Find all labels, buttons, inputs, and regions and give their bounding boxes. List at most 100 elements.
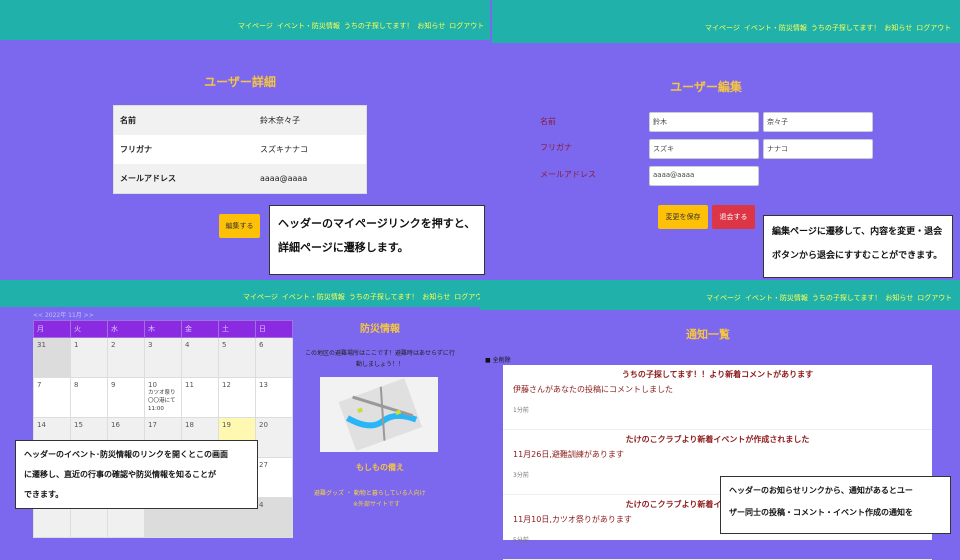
weekday-header: 土 bbox=[218, 320, 256, 338]
calendar-day[interactable]: 4 bbox=[255, 497, 293, 538]
callout-edit: 編集ページに遷移して、内容を変更・退会 ボタンから退会にすすむことができます。 bbox=[763, 215, 953, 278]
nav-lost-pets[interactable]: うちの子探してます！ bbox=[811, 23, 880, 33]
calendar-day[interactable]: 31 bbox=[33, 337, 71, 378]
weekday-header: 水 bbox=[107, 320, 145, 338]
kana-label: フリガナ bbox=[540, 143, 572, 152]
weekday-header: 金 bbox=[181, 320, 219, 338]
calendar-day[interactable]: 3 bbox=[144, 337, 182, 378]
header-bar bbox=[0, 0, 490, 40]
withdraw-button[interactable]: 退会する bbox=[712, 205, 755, 229]
calendar-day[interactable]: 6 bbox=[255, 337, 293, 378]
disaster-text: この地区の避難場所はここです！避難時はあせらずに行動しましょう！！ bbox=[305, 350, 455, 368]
nav-events[interactable]: イベント・防災情報 bbox=[745, 293, 808, 303]
calendar-day[interactable]: 2 bbox=[107, 337, 145, 378]
notification-body: 11月26日,避難訓練があります bbox=[513, 450, 624, 459]
day-number: 6 bbox=[259, 341, 264, 349]
page-title: ユーザー編集 bbox=[670, 80, 742, 94]
nav-events[interactable]: イベント・防災情報 bbox=[282, 292, 345, 302]
table-row: 名前 鈴木奈々子 bbox=[114, 106, 366, 135]
day-number: 15 bbox=[74, 421, 83, 429]
calendar-day[interactable]: 13 bbox=[255, 377, 293, 418]
email-input[interactable]: aaaa@aaaa bbox=[649, 166, 759, 186]
callout-text: ヘッダーのイベント･防災情報のリンクを開くとこの画面 bbox=[24, 450, 228, 459]
nav-events[interactable]: イベント・防災情報 bbox=[277, 21, 340, 31]
callout-text: ヘッダーのマイページリンクを押すと、 bbox=[278, 217, 476, 230]
calendar-day[interactable]: 5 bbox=[218, 337, 256, 378]
trash-icon: ■ bbox=[485, 357, 491, 364]
month-navigation[interactable]: << 2022年 11月 >> bbox=[33, 310, 94, 319]
nav-lost-pets[interactable]: うちの子探してます！ bbox=[349, 292, 418, 302]
preparation-title: もしもの備え bbox=[356, 463, 404, 472]
nav-notifications[interactable]: お知らせ bbox=[422, 292, 450, 302]
day-number: 19 bbox=[222, 421, 231, 429]
calendar-day[interactable]: 10 カツオ祭り 〇〇港にて 11:00 bbox=[144, 377, 182, 418]
calendar-day[interactable]: 20 bbox=[255, 417, 293, 458]
calendar-day[interactable]: 12 bbox=[218, 377, 256, 418]
calendar-day[interactable]: 8 bbox=[70, 377, 108, 418]
evacuation-map bbox=[320, 377, 438, 452]
day-number: 13 bbox=[259, 381, 268, 389]
delete-all-button[interactable]: ■ 全削除 bbox=[485, 355, 511, 364]
weekday-header: 木 bbox=[144, 320, 182, 338]
calendar-event[interactable]: 11:00 bbox=[148, 405, 178, 413]
nav-mypage[interactable]: マイページ bbox=[238, 21, 273, 31]
edit-button[interactable]: 編集する bbox=[219, 214, 260, 238]
day-number: 4 bbox=[259, 501, 264, 509]
preparation-link[interactable]: 避難グッズ ・ 動物と暮らしている人向け bbox=[314, 488, 426, 497]
day-number: 18 bbox=[185, 421, 194, 429]
day-number: 2 bbox=[111, 341, 116, 349]
calendar-day[interactable]: 1 bbox=[70, 337, 108, 378]
calendar-day[interactable]: 4 bbox=[181, 337, 219, 378]
day-number: 31 bbox=[37, 341, 46, 349]
header-nav: マイページ イベント・防災情報 うちの子探してます！ お知らせ ログアウト bbox=[705, 23, 951, 33]
nav-notifications[interactable]: お知らせ bbox=[884, 23, 912, 33]
last-kana-input[interactable]: スズキ bbox=[649, 139, 759, 159]
nav-notifications[interactable]: お知らせ bbox=[885, 293, 913, 303]
name-label: 名前 bbox=[540, 117, 556, 126]
nav-lost-pets[interactable]: うちの子探してます！ bbox=[812, 293, 881, 303]
nav-events[interactable]: イベント・防災情報 bbox=[744, 23, 807, 33]
nav-lost-pets[interactable]: うちの子探してます！ bbox=[344, 21, 413, 31]
calendar-event[interactable]: 〇〇港にて bbox=[148, 397, 178, 405]
field-label: メールアドレス bbox=[120, 174, 176, 183]
calendar-event[interactable]: カツオ祭り bbox=[148, 389, 178, 397]
disaster-title: 防災情報 bbox=[360, 324, 400, 335]
day-number: 16 bbox=[111, 421, 120, 429]
calendar-week: 7 8 9 10 カツオ祭り 〇〇港にて 11:00 11 12 13 bbox=[33, 377, 293, 418]
nav-notifications[interactable]: お知らせ bbox=[417, 21, 445, 31]
calendar-day[interactable]: 11 bbox=[181, 377, 219, 418]
callout-text: ヘッダーのお知らせリンクから、通知があるとユー bbox=[729, 486, 913, 495]
callout-text: に遷移し、直近の行事の確認や防災情報を知ることが bbox=[24, 470, 216, 479]
field-label: フリガナ bbox=[120, 145, 152, 154]
external-note: ※外部サイトです bbox=[353, 501, 401, 508]
day-number: 14 bbox=[37, 421, 46, 429]
field-value: 鈴木奈々子 bbox=[260, 116, 300, 125]
first-kana-input[interactable]: ナナコ bbox=[763, 139, 873, 159]
nav-mypage[interactable]: マイページ bbox=[243, 292, 278, 302]
calendar-week: 31 1 2 3 4 5 6 bbox=[33, 337, 293, 378]
page-title: 通知一覧 bbox=[686, 328, 730, 341]
nav-mypage[interactable]: マイページ bbox=[706, 293, 741, 303]
nav-logout[interactable]: ログアウト bbox=[916, 23, 951, 33]
calendar-day[interactable]: 27 bbox=[255, 457, 293, 498]
calendar-day[interactable]: 9 bbox=[107, 377, 145, 418]
day-number: 12 bbox=[222, 381, 231, 389]
first-name-input[interactable]: 奈々子 bbox=[763, 112, 873, 132]
list-item[interactable]: うちの子探してます！！より新着コメントがあります 伊藤さんがあなたの投稿にコメント… bbox=[503, 365, 932, 430]
nav-logout[interactable]: ログアウト bbox=[449, 21, 484, 31]
callout-text: ザー同士の投稿・コメント・イベント作成の通知を bbox=[729, 508, 913, 517]
save-button[interactable]: 変更を保存 bbox=[658, 205, 708, 229]
nav-mypage[interactable]: マイページ bbox=[705, 23, 740, 33]
calendar-day[interactable]: 7 bbox=[33, 377, 71, 418]
header-nav: マイページ イベント・防災情報 うちの子探してます！ お知らせ ログアウト bbox=[243, 292, 489, 302]
callout-notifications: ヘッダーのお知らせリンクから、通知があるとユー ザー同士の投稿・コメント・イベント… bbox=[720, 476, 951, 534]
nav-logout[interactable]: ログアウト bbox=[917, 293, 952, 303]
weekday-header: 月 bbox=[33, 320, 71, 338]
notification-heading: たけのこクラブより新着イベントが作成されました bbox=[625, 435, 810, 444]
field-value: aaaa@aaaa bbox=[260, 174, 308, 183]
day-number: 4 bbox=[185, 341, 190, 349]
callout-text: 詳細ページに遷移します。 bbox=[278, 241, 409, 254]
last-name-input[interactable]: 鈴木 bbox=[649, 112, 759, 132]
day-number: 7 bbox=[37, 381, 42, 389]
callout-calendar: ヘッダーのイベント･防災情報のリンクを開くとこの画面 に遷移し、直近の行事の確認や… bbox=[15, 440, 258, 509]
